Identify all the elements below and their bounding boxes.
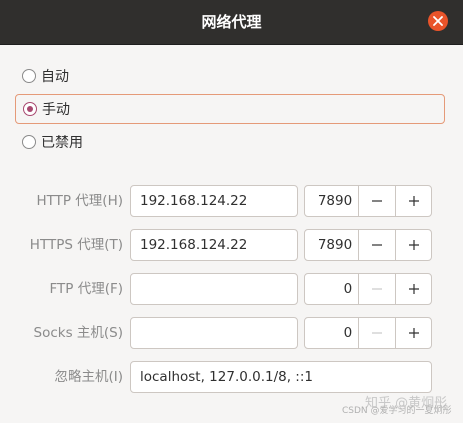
- radio-button[interactable]: [22, 135, 36, 149]
- mode-option-auto[interactable]: 自动: [15, 61, 445, 91]
- https-host-input[interactable]: 192.168.124.22: [130, 229, 298, 261]
- minus-icon: [372, 200, 383, 202]
- http-host-input[interactable]: 192.168.124.22: [130, 185, 298, 217]
- https-port-value[interactable]: 7890: [305, 230, 358, 260]
- https-proxy-label: HTTPS 代理(T): [29, 237, 123, 253]
- watermark-csdn: CSDN @爱学习的一夏炯彤: [342, 406, 452, 416]
- http-port-spin[interactable]: 7890: [304, 185, 432, 217]
- window-title: 网络代理: [201, 13, 262, 31]
- mode-label: 自动: [41, 69, 69, 85]
- radio-button[interactable]: [23, 102, 37, 116]
- http-proxy-label: HTTP 代理(H): [36, 193, 123, 209]
- socks-port-increment-button[interactable]: [394, 318, 431, 348]
- title-bar: 网络代理: [0, 0, 463, 45]
- socks-port-decrement-button[interactable]: [358, 318, 394, 348]
- close-icon: [433, 16, 443, 26]
- minus-icon: [372, 332, 383, 334]
- ignore-hosts-label: 忽略主机(I): [54, 369, 123, 385]
- plus-icon: [408, 328, 419, 338]
- mode-label: 手动: [42, 102, 70, 118]
- radio-button[interactable]: [22, 69, 36, 83]
- https-port-decrement-button[interactable]: [358, 230, 394, 260]
- minus-icon: [372, 288, 383, 290]
- ftp-proxy-label: FTP 代理(F): [49, 281, 123, 297]
- ignore-hosts-input[interactable]: localhost, 127.0.0.1/8, ::1: [130, 361, 432, 393]
- socks-host-input[interactable]: [130, 317, 298, 349]
- socks-host-label: Socks 主机(S): [33, 325, 124, 341]
- ftp-port-decrement-button[interactable]: [358, 274, 394, 304]
- https-port-spin[interactable]: 7890: [304, 229, 432, 261]
- mode-option-disabled[interactable]: 已禁用: [15, 127, 445, 157]
- plus-icon: [408, 196, 419, 206]
- ftp-port-increment-button[interactable]: [394, 274, 431, 304]
- ftp-port-value[interactable]: 0: [305, 274, 358, 304]
- http-port-decrement-button[interactable]: [358, 186, 394, 216]
- plus-icon: [408, 240, 419, 250]
- socks-port-value[interactable]: 0: [305, 318, 358, 348]
- mode-option-manual[interactable]: 手动: [15, 94, 445, 124]
- minus-icon: [372, 244, 383, 246]
- ftp-host-input[interactable]: [130, 273, 298, 305]
- https-port-increment-button[interactable]: [394, 230, 431, 260]
- close-button[interactable]: [428, 11, 448, 31]
- socks-port-spin[interactable]: 0: [304, 317, 432, 349]
- plus-icon: [408, 284, 419, 294]
- mode-label: 已禁用: [41, 135, 83, 151]
- http-port-value[interactable]: 7890: [305, 186, 358, 216]
- http-port-increment-button[interactable]: [394, 186, 431, 216]
- ftp-port-spin[interactable]: 0: [304, 273, 432, 305]
